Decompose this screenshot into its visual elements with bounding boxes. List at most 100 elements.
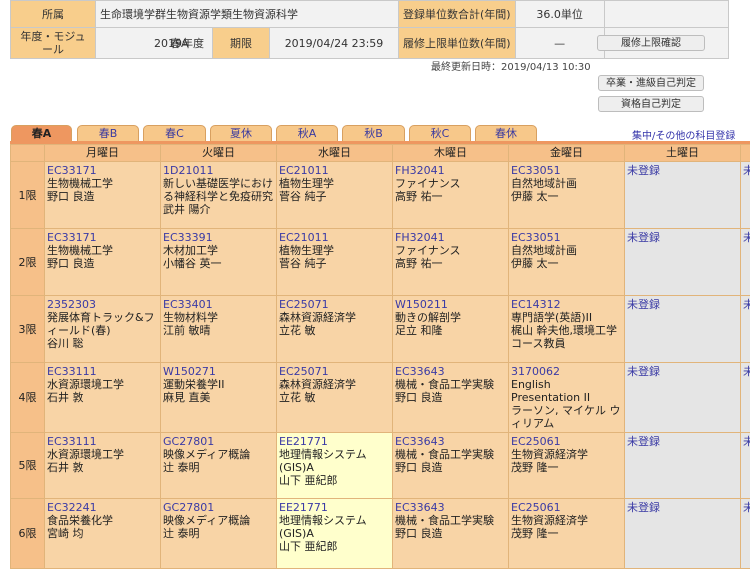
unregistered-link[interactable]: 未登録 — [627, 501, 738, 514]
course-cell[interactable]: EC21011植物生理学菅谷 純子 — [277, 229, 393, 296]
unregistered-cell[interactable]: 未登録 — [625, 296, 741, 363]
intensive-course-link[interactable]: 集中/その他の科目登録 — [632, 127, 735, 142]
course-code-link[interactable]: W150211 — [395, 298, 506, 311]
course-code-link[interactable]: EC33051 — [511, 164, 622, 177]
unregistered-link-cut[interactable]: 未 — [743, 365, 750, 378]
course-cell[interactable]: EC25071森林資源経済学立花 敏 — [277, 363, 393, 433]
course-cell[interactable]: EC33643機械・食品工学実験野口 良造 — [393, 363, 509, 433]
course-cell[interactable]: EE21771地理情報システム(GIS)A山下 亜紀郎 — [277, 499, 393, 569]
course-cell[interactable]: 3170062English Presentation IIラーソン, マイケル… — [509, 363, 625, 433]
course-code-link[interactable]: EC33643 — [395, 435, 506, 448]
course-cell[interactable]: 2352303発展体育トラック&フィールド(春)谷川 聡 — [45, 296, 161, 363]
course-code-link[interactable]: EC25061 — [511, 435, 622, 448]
course-code-link[interactable]: EC33643 — [395, 365, 506, 378]
course-cell[interactable]: EC25071森林資源経済学立花 敏 — [277, 296, 393, 363]
course-cell[interactable]: W150211動きの解剖学足立 和隆 — [393, 296, 509, 363]
course-cell[interactable]: EC33051自然地域計画伊藤 太一 — [509, 162, 625, 229]
course-code-link[interactable]: FH32041 — [395, 164, 506, 177]
course-cell[interactable]: EC33643機械・食品工学実験野口 良造 — [393, 433, 509, 499]
course-cell[interactable]: EC25061生物資源経済学茂野 隆一 — [509, 499, 625, 569]
course-code-link[interactable]: FH32041 — [395, 231, 506, 244]
course-cell[interactable]: EC25061生物資源経済学茂野 隆一 — [509, 433, 625, 499]
course-teacher: 野口 良造 — [395, 461, 506, 474]
course-code-link[interactable]: EC14312 — [511, 298, 622, 311]
course-cell[interactable]: EC33171生物機械工学野口 良造 — [45, 229, 161, 296]
tab-spring-b[interactable]: 春B — [77, 125, 139, 141]
course-cell[interactable]: W150271運動栄養学II麻見 直美 — [161, 363, 277, 433]
course-code-link[interactable]: EC33111 — [47, 435, 158, 448]
unregistered-link-cut[interactable]: 未 — [743, 435, 750, 448]
course-code-link[interactable]: EE21771 — [279, 435, 390, 448]
course-code-link[interactable]: EC33643 — [395, 501, 506, 514]
course-code-link[interactable]: EC32241 — [47, 501, 158, 514]
tab-spring-c[interactable]: 春C — [143, 125, 206, 141]
course-code-link[interactable]: 3170062 — [511, 365, 622, 378]
course-cell[interactable]: EC33051自然地域計画伊藤 太一 — [509, 229, 625, 296]
course-code-link[interactable]: EC21011 — [279, 231, 390, 244]
unregistered-cell[interactable]: 未登録 — [625, 229, 741, 296]
unregistered-cell[interactable]: 未登録 — [625, 162, 741, 229]
course-code-link[interactable]: EC33111 — [47, 365, 158, 378]
unregistered-link-cut[interactable]: 未 — [743, 298, 750, 311]
course-code-link[interactable]: GC27801 — [163, 435, 274, 448]
course-code-link[interactable]: 2352303 — [47, 298, 158, 311]
unregistered-cell-cut[interactable]: 未 — [741, 229, 750, 296]
unregistered-cell[interactable]: 未登録 — [625, 363, 741, 433]
course-title: 動きの解剖学 — [395, 311, 506, 324]
course-code-link[interactable]: EC25071 — [279, 298, 390, 311]
unregistered-cell-cut[interactable]: 未 — [741, 363, 750, 433]
unregistered-link-cut[interactable]: 未 — [743, 231, 750, 244]
unregistered-link[interactable]: 未登録 — [627, 164, 738, 177]
course-cell[interactable]: EC33391木材加工学小幡谷 英一 — [161, 229, 277, 296]
tab-fall-c[interactable]: 秋C — [409, 125, 471, 141]
course-code-link[interactable]: EC33171 — [47, 231, 158, 244]
course-teacher: 小幡谷 英一 — [163, 257, 274, 270]
course-cell[interactable]: EC32241食品栄養化学宮崎 均 — [45, 499, 161, 569]
course-code-link[interactable]: W150271 — [163, 365, 274, 378]
graduation-check-button[interactable]: 卒業・進級自己判定 — [598, 75, 704, 91]
course-cell[interactable]: GC27801映像メディア概論辻 泰明 — [161, 433, 277, 499]
course-cell[interactable]: FH32041ファイナンス高野 祐一 — [393, 162, 509, 229]
tab-fall-b[interactable]: 秋B — [342, 125, 405, 141]
unregistered-link-cut[interactable]: 未 — [743, 501, 750, 514]
qualification-check-button[interactable]: 資格自己判定 — [598, 96, 704, 112]
course-cell[interactable]: EC33111水資源環境工学石井 敦 — [45, 433, 161, 499]
unregistered-cell[interactable]: 未登録 — [625, 433, 741, 499]
course-code-link[interactable]: 1D21011 — [163, 164, 274, 177]
course-code-link[interactable]: GC27801 — [163, 501, 274, 514]
course-code-link[interactable]: EC33171 — [47, 164, 158, 177]
course-cell[interactable]: EC33111水資源環境工学石井 敦 — [45, 363, 161, 433]
unregistered-link[interactable]: 未登録 — [627, 435, 738, 448]
course-cell[interactable]: EC33643機械・食品工学実験野口 良造 — [393, 499, 509, 569]
tab-summer-vacation[interactable]: 夏休 — [210, 125, 272, 141]
course-cell[interactable]: 1D21011新しい基礎医学における神経科学と免疫研究武井 陽介 — [161, 162, 277, 229]
course-code-link[interactable]: EC25061 — [511, 501, 622, 514]
course-code-link[interactable]: EC33391 — [163, 231, 274, 244]
course-cell[interactable]: EC33401生物材料学江前 敏晴 — [161, 296, 277, 363]
course-code-link[interactable]: EC21011 — [279, 164, 390, 177]
course-cell[interactable]: EC33171生物機械工学野口 良造 — [45, 162, 161, 229]
period-row: 4限EC33111水資源環境工学石井 敦W150271運動栄養学II麻見 直美E… — [11, 363, 750, 433]
unregistered-cell-cut[interactable]: 未 — [741, 433, 750, 499]
course-cell[interactable]: FH32041ファイナンス高野 祐一 — [393, 229, 509, 296]
unregistered-cell-cut[interactable]: 未 — [741, 499, 750, 569]
course-cell[interactable]: EC21011植物生理学菅谷 純子 — [277, 162, 393, 229]
unregistered-cell-cut[interactable]: 未 — [741, 162, 750, 229]
unregistered-link[interactable]: 未登録 — [627, 231, 738, 244]
course-code-link[interactable]: EC33051 — [511, 231, 622, 244]
course-cell[interactable]: EE21771地理情報システム(GIS)A山下 亜紀郎 — [277, 433, 393, 499]
course-cell[interactable]: EC14312専門語学(英語)II梶山 幹夫他,環境工学コース教員 — [509, 296, 625, 363]
unregistered-link[interactable]: 未登録 — [627, 298, 738, 311]
limit-check-button[interactable]: 履修上限確認 — [597, 35, 705, 51]
unregistered-cell[interactable]: 未登録 — [625, 499, 741, 569]
course-code-link[interactable]: EE21771 — [279, 501, 390, 514]
tab-fall-a[interactable]: 秋A — [276, 125, 338, 141]
course-code-link[interactable]: EC33401 — [163, 298, 274, 311]
course-code-link[interactable]: EC25071 — [279, 365, 390, 378]
course-title: 地理情報システム(GIS)A — [279, 514, 390, 540]
course-cell[interactable]: GC27801映像メディア概論辻 泰明 — [161, 499, 277, 569]
tab-spring-vacation[interactable]: 春休 — [475, 125, 537, 141]
unregistered-cell-cut[interactable]: 未 — [741, 296, 750, 363]
unregistered-link[interactable]: 未登録 — [627, 365, 738, 378]
unregistered-link-cut[interactable]: 未 — [743, 164, 750, 177]
